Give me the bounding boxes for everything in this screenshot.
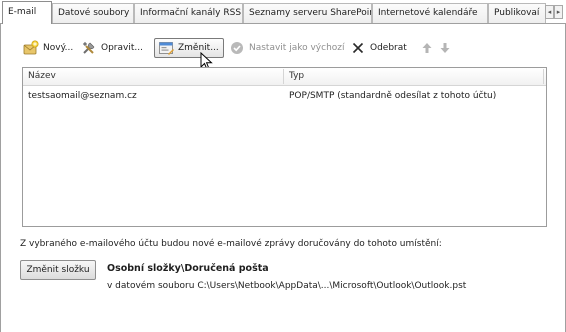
tab-strip: E-mail Datové soubory Informační kanály … (0, 0, 566, 24)
remove-account-label: Odebrat (370, 43, 407, 53)
set-default-label: Nastavit jako výchozí (249, 43, 345, 53)
new-account-button[interactable]: Nový... (20, 38, 76, 58)
check-circle-icon (229, 40, 245, 56)
tab-scroll-left-icon[interactable]: ◂ (545, 5, 554, 19)
account-list[interactable]: Název Typ testsaomail@seznam.cz POP/SMTP… (22, 67, 547, 227)
arrow-up-icon (419, 40, 435, 56)
column-header-type[interactable]: Typ (284, 68, 546, 85)
account-name-cell: testsaomail@seznam.cz (28, 91, 137, 101)
arrow-down-icon (437, 40, 453, 56)
change-folder-button[interactable]: Změnit složku (20, 260, 96, 280)
tab-data-files[interactable]: Datové soubory (52, 3, 134, 23)
tab-email[interactable]: E-mail (2, 1, 52, 24)
repair-account-label: Opravit... (101, 43, 143, 53)
repair-account-button[interactable]: Opravit... (78, 38, 146, 58)
tab-strip-line (0, 23, 566, 24)
list-header: Název Typ (23, 68, 546, 86)
tab-scroll-right-icon[interactable]: ▸ (554, 5, 563, 19)
delivery-folder-path: Osobní složky\Doručená pošta (107, 263, 269, 274)
data-file-path: v datovém souboru C:\Users\Netbook\AppDa… (107, 281, 467, 291)
move-down-button[interactable] (434, 38, 456, 58)
delivery-info-text: Z vybraného e-mailového účtu budou nové … (20, 239, 442, 249)
new-account-label: Nový... (43, 43, 74, 53)
account-type-cell: POP/SMTP (standardně odesílat z tohoto ú… (289, 91, 497, 101)
column-header-name[interactable]: Název (23, 68, 283, 85)
tab-published-calendars[interactable]: Publikovaí (488, 3, 546, 23)
set-default-button[interactable]: Nastavit jako výchozí (226, 38, 348, 58)
tools-icon (81, 40, 97, 56)
remove-account-button[interactable]: Odebrat (347, 38, 410, 58)
column-separator[interactable] (543, 69, 544, 84)
tab-internet-calendars[interactable]: Internetové kalendáře (372, 3, 488, 23)
new-account-icon (23, 40, 39, 56)
change-account-icon (158, 40, 174, 56)
tab-sharepoint-lists[interactable]: Seznamy serveru SharePoint (243, 3, 372, 23)
table-row[interactable]: testsaomail@seznam.cz POP/SMTP (standard… (23, 88, 546, 105)
tab-rss-feeds[interactable]: Informační kanály RSS (134, 3, 243, 23)
panel-border-left (0, 23, 1, 332)
remove-x-icon (350, 40, 366, 56)
